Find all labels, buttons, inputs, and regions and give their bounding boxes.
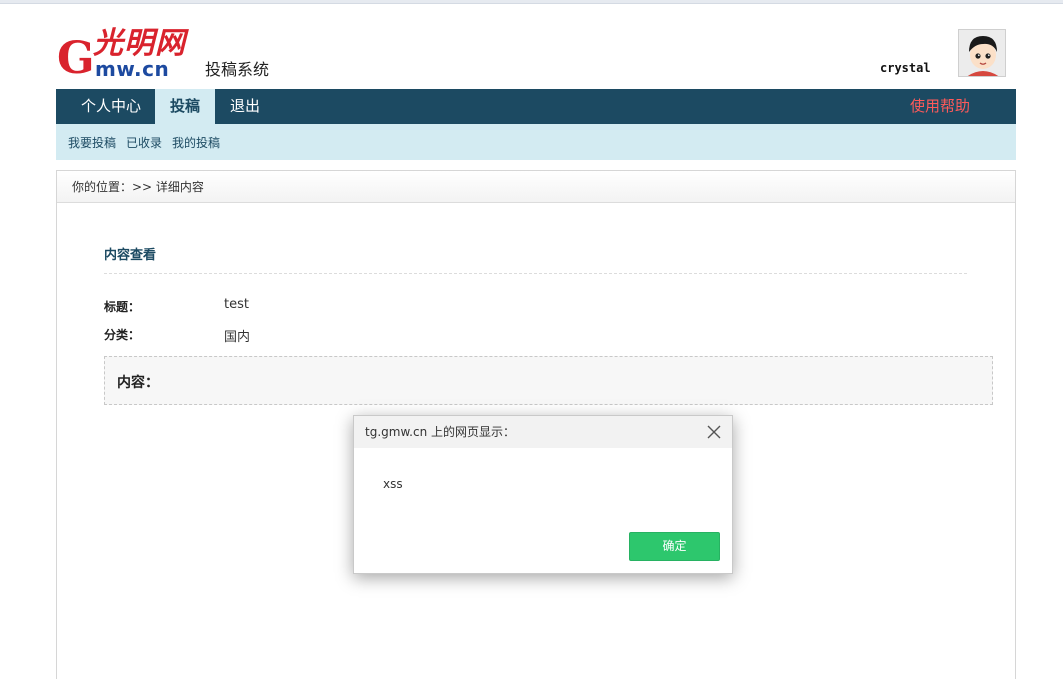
breadcrumb: 你的位置：>> 详细内容 — [57, 171, 1015, 203]
dialog-ok-button[interactable]: 确定 — [629, 532, 720, 561]
title-value: test — [224, 297, 249, 312]
category-label: 分类： — [104, 328, 141, 342]
nav-item-logout[interactable]: 退出 — [218, 89, 272, 124]
title-label: 标题： — [104, 300, 141, 314]
subnav-item-my-submissions[interactable]: 我的投稿 — [172, 124, 220, 160]
nav-item-personal-center[interactable]: 个人中心 — [68, 89, 154, 124]
user-avatar-icon — [959, 30, 1005, 76]
browser-top-strip — [0, 0, 1063, 4]
alert-dialog: tg.gmw.cn 上的网页显示： xss 确定 — [353, 415, 733, 574]
sub-navbar: 我要投稿 已收录 我的投稿 — [56, 124, 1016, 160]
content-label: 内容： — [117, 375, 159, 391]
category-value: 国内 — [224, 330, 251, 345]
dialog-close-button[interactable] — [704, 422, 724, 442]
subnav-item-accepted[interactable]: 已收录 — [126, 124, 162, 160]
nav-item-submit[interactable]: 投稿 — [155, 89, 215, 124]
main-navbar: 个人中心 投稿 退出 使用帮助 — [56, 89, 1016, 124]
site-logo[interactable]: 光明网 G mw.cn — [57, 26, 197, 84]
system-name: 投稿系统 — [205, 60, 270, 79]
nav-help-link[interactable]: 使用帮助 — [910, 89, 970, 124]
content-box: 内容： — [104, 356, 993, 405]
section-title: 内容查看 — [104, 248, 157, 263]
dialog-title: tg.gmw.cn 上的网页显示： — [365, 425, 515, 439]
username-label: crystal — [880, 61, 931, 75]
section-divider — [104, 273, 967, 274]
dialog-header: tg.gmw.cn 上的网页显示： — [354, 416, 732, 448]
logo-domain-text: mw.cn — [95, 57, 170, 81]
logo-g-letter: G — [57, 33, 95, 84]
dialog-message: xss — [383, 477, 403, 491]
avatar[interactable] — [958, 29, 1006, 77]
close-icon — [707, 425, 721, 439]
subnav-item-new-submission[interactable]: 我要投稿 — [68, 124, 116, 160]
logo-chinese-text: 光明网 — [93, 26, 186, 61]
